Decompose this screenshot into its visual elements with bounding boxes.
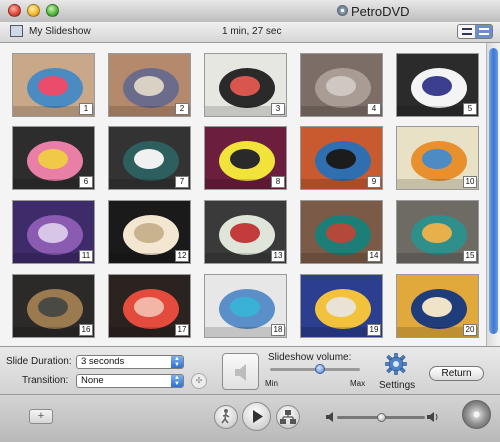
slide-thumbnail[interactable]: 18: [204, 274, 287, 338]
play-button[interactable]: [242, 402, 271, 431]
bottom-bar: +: [0, 395, 500, 442]
settings-label[interactable]: Settings: [379, 380, 415, 391]
slide-thumbnail[interactable]: 19: [300, 274, 383, 338]
transition-direction-button[interactable]: ✣: [191, 373, 207, 389]
slide-thumbnail[interactable]: 20: [396, 274, 479, 338]
volume-min-label: Min: [265, 379, 278, 388]
slideshow-icon: [10, 25, 23, 37]
slide-thumbnail[interactable]: 1: [12, 53, 95, 117]
playback-volume-slider[interactable]: [337, 413, 425, 422]
slideshow-title: My Slideshow: [29, 26, 91, 37]
slide-number: 6: [79, 176, 93, 188]
transition-select[interactable]: None ▲ ▼: [76, 374, 184, 388]
volume-max-label: Max: [350, 379, 366, 388]
transition-label: Transition:: [22, 375, 69, 386]
slide-thumbnail[interactable]: 2: [108, 53, 191, 117]
walking-figure-icon: [221, 409, 230, 424]
add-button[interactable]: +: [29, 409, 53, 424]
list-icon: [461, 28, 472, 35]
burn-disc-icon[interactable]: [462, 400, 491, 429]
slide-number: 12: [175, 250, 189, 262]
slide-grid: 1 2 3 4 5 6 7 8 9 10 11 12 13 14 15 16 17 18 19 20: [0, 43, 486, 346]
zoom-window-button[interactable]: [46, 4, 59, 17]
grid-view-button[interactable]: [475, 25, 492, 38]
motion-button[interactable]: [214, 405, 238, 429]
slide-duration-select[interactable]: 3 seconds ▲ ▼: [76, 355, 184, 369]
chevron-updown-icon: ▲ ▼: [171, 375, 183, 387]
slide-thumbnail[interactable]: 17: [108, 274, 191, 338]
slide-number: 2: [175, 103, 189, 115]
slide-number: 18: [271, 324, 285, 336]
playback-volume-knob[interactable]: [377, 413, 386, 422]
dvd-disc-icon: [337, 5, 348, 16]
slide-thumbnail[interactable]: 5: [396, 53, 479, 117]
speaker-icon: [235, 364, 246, 381]
map-icon: [280, 410, 296, 424]
slide-number: 7: [175, 176, 189, 188]
volume-high-icon: [427, 412, 438, 422]
view-toggle[interactable]: [457, 24, 493, 39]
scrollbar-thumb[interactable]: [489, 48, 498, 334]
slide-number: 10: [463, 176, 477, 188]
list-view-button[interactable]: [458, 25, 475, 38]
transition-value: None: [81, 375, 104, 386]
slide-thumbnail[interactable]: 16: [12, 274, 95, 338]
slideshow-controls: Slide Duration: 3 seconds ▲ ▼ Transition:…: [0, 346, 500, 395]
slide-number: 1: [79, 103, 93, 115]
vertical-scrollbar[interactable]: [486, 43, 500, 346]
slide-number: 3: [271, 103, 285, 115]
slide-number: 17: [175, 324, 189, 336]
gear-icon[interactable]: [385, 353, 407, 375]
slide-thumbnail[interactable]: 10: [396, 126, 479, 190]
slide-number: 9: [367, 176, 381, 188]
chevron-updown-icon: ▲ ▼: [171, 356, 183, 368]
map-button[interactable]: [276, 405, 300, 429]
slide-number: 16: [79, 324, 93, 336]
play-icon: [253, 410, 263, 423]
slide-number: 15: [463, 250, 477, 262]
slide-number: 4: [367, 103, 381, 115]
title-bar: PetroDVD: [0, 0, 500, 23]
slideshow-volume-slider[interactable]: [270, 364, 360, 374]
slideshow-duration: 1 min, 27 sec: [222, 26, 282, 37]
grid-icon: [478, 28, 489, 35]
slide-number: 19: [367, 324, 381, 336]
slide-number: 13: [271, 250, 285, 262]
slide-thumbnail[interactable]: 8: [204, 126, 287, 190]
slide-duration-label: Slide Duration:: [6, 356, 72, 367]
slide-thumbnail[interactable]: 4: [300, 53, 383, 117]
slide-thumbnail[interactable]: 6: [12, 126, 95, 190]
app-title: PetroDVD: [351, 4, 410, 19]
slide-thumbnail[interactable]: 12: [108, 200, 191, 264]
slide-number: 14: [367, 250, 381, 262]
slide-thumbnail[interactable]: 13: [204, 200, 287, 264]
slide-thumbnail[interactable]: 7: [108, 126, 191, 190]
slide-thumbnail[interactable]: 14: [300, 200, 383, 264]
volume-low-icon: [326, 412, 333, 422]
slide-duration-value: 3 seconds: [81, 356, 125, 367]
minimize-window-button[interactable]: [27, 4, 40, 17]
slide-thumbnail[interactable]: 9: [300, 126, 383, 190]
window: PetroDVD My Slideshow 1 min, 27 sec 1234…: [0, 0, 500, 442]
volume-label: Slideshow volume:: [268, 352, 352, 363]
return-button[interactable]: Return: [429, 366, 484, 381]
slide-thumbnail[interactable]: 3: [204, 53, 287, 117]
slideshow-toolbar: My Slideshow 1 min, 27 sec: [0, 22, 500, 43]
slide-thumbnail[interactable]: 15: [396, 200, 479, 264]
volume-slider-knob[interactable]: [314, 364, 325, 374]
slide-number: 5: [463, 103, 477, 115]
slide-thumbnail[interactable]: 11: [12, 200, 95, 264]
slide-number: 20: [463, 324, 477, 336]
close-window-button[interactable]: [8, 4, 21, 17]
slide-number: 11: [79, 250, 93, 262]
slideshow-audio-well[interactable]: [222, 353, 259, 390]
slide-number: 8: [271, 176, 285, 188]
